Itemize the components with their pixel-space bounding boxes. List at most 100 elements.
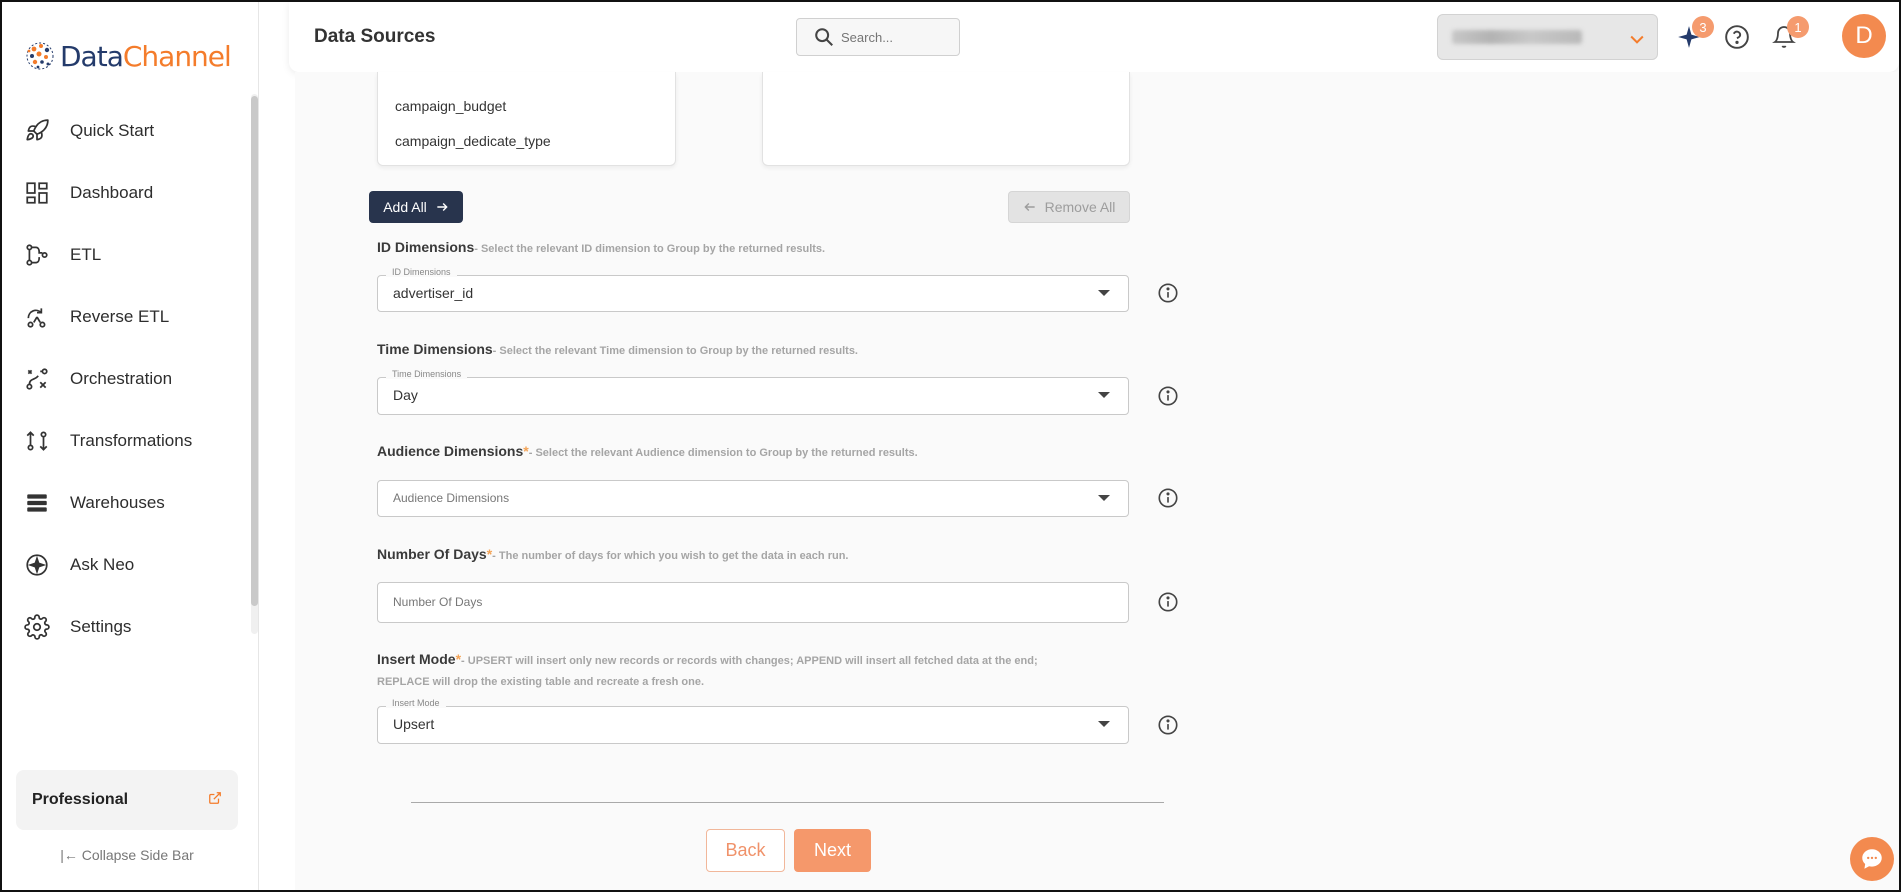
insert-mode-select[interactable]: Insert Mode Upsert <box>377 698 1129 744</box>
collapse-label: Collapse Side Bar <box>81 847 194 863</box>
number-of-days-title: Number Of Days <box>377 546 487 562</box>
arrow-right-icon <box>437 203 448 211</box>
time-dimensions-floating-label: Time Dimensions <box>386 369 468 379</box>
chat-support-button[interactable] <box>1850 837 1894 881</box>
id-dimensions-value: advertiser_id <box>393 285 474 301</box>
workspace-selector[interactable] <box>1437 14 1658 60</box>
sidebar-item-label: Settings <box>70 617 132 636</box>
app-window: DataChannel Quick Start Dashboard ETL Re… <box>0 0 1901 892</box>
sidebar-item-settings[interactable]: Settings <box>2 596 248 658</box>
sidebar-item-label: Transformations <box>70 431 193 450</box>
insert-mode-floating-label: Insert Mode <box>386 698 446 708</box>
reverse-etl-icon <box>27 308 46 328</box>
insert-mode-info-icon[interactable] <box>1157 714 1179 736</box>
dropdown-arrow-icon <box>1098 392 1110 398</box>
sidebar-item-label: Orchestration <box>70 369 173 388</box>
audience-dimensions-placeholder: Audience Dimensions <box>393 491 510 505</box>
insert-mode-hint: - UPSERT will insert only new records or… <box>377 655 1038 688</box>
sidebar-item-ask-neo[interactable]: Ask Neo <box>2 534 248 596</box>
audience-dimensions-hint: - Select the relevant Audience dimension… <box>528 447 918 459</box>
number-of-days-placeholder: Number Of Days <box>393 595 483 609</box>
sidebar-item-warehouses[interactable]: Warehouses <box>2 472 248 534</box>
avatar[interactable]: D <box>1842 14 1886 58</box>
plan-name: Professional <box>32 791 129 808</box>
insert-mode-label: Insert Mode*- UPSERT will insert only ne… <box>377 650 1077 692</box>
sidebar-item-label: ETL <box>70 245 102 264</box>
audience-dimensions-label: Audience Dimensions*- Select the relevan… <box>377 443 918 459</box>
id-dimensions-title: ID Dimensions <box>377 239 475 255</box>
logo-text-channel: Channel <box>122 39 232 73</box>
sidebar-item-dashboard[interactable]: Dashboard <box>2 162 248 224</box>
next-button[interactable]: Next <box>794 829 871 872</box>
plan-card[interactable]: Professional <box>16 770 238 830</box>
sidebar-item-label: Warehouses <box>70 493 165 512</box>
page-title: Data Sources <box>314 26 436 47</box>
sidebar-item-label: Quick Start <box>70 121 155 140</box>
logo-text: DataChannel <box>60 39 232 73</box>
number-of-days-info-icon[interactable] <box>1157 591 1179 613</box>
time-dimensions-select[interactable]: Time Dimensions Day <box>377 369 1129 415</box>
chat-bubble-icon <box>1862 849 1882 869</box>
search-icon <box>815 28 833 46</box>
dropdown-arrow-icon <box>1098 495 1110 501</box>
sidebar-scrollbar-thumb[interactable] <box>251 96 258 606</box>
dropdown-arrow-icon <box>1098 290 1110 296</box>
dashboard-icon <box>26 182 48 204</box>
number-of-days-input[interactable]: Number Of Days <box>377 582 1129 623</box>
time-dimensions-label: Time Dimensions- Select the relevant Tim… <box>377 341 858 357</box>
time-dimensions-info-icon[interactable] <box>1157 385 1179 407</box>
warehouses-icon <box>27 494 47 512</box>
remove-all-button[interactable]: Remove All <box>1008 191 1130 223</box>
top-header: Data Sources 3 1 D <box>289 2 1899 72</box>
sidebar-item-quick-start[interactable]: Quick Start <box>2 100 248 162</box>
sidebar-item-orchestration[interactable]: Orchestration <box>2 348 248 410</box>
time-dimensions-title: Time Dimensions <box>377 341 493 357</box>
sidebar-item-label: Ask Neo <box>70 555 135 574</box>
id-dimensions-info-icon[interactable] <box>1157 282 1179 304</box>
list-item[interactable]: campaign_dedicate_type <box>395 133 551 149</box>
sidebar-item-transformations[interactable]: Transformations <box>2 410 248 472</box>
audience-dimensions-select[interactable]: Audience Dimensions <box>377 480 1129 517</box>
chevron-down-icon <box>1627 29 1647 54</box>
id-dimensions-label: ID Dimensions- Select the relevant ID di… <box>377 239 825 255</box>
notifications-button[interactable]: 1 <box>1769 16 1809 52</box>
sidebar-nav: Quick Start Dashboard ETL Reverse ETL Or… <box>2 100 248 658</box>
help-icon <box>1725 25 1749 49</box>
add-all-button[interactable]: Add All <box>369 191 463 223</box>
collapse-arrow-icon: |← <box>60 847 82 863</box>
sidebar-item-reverse-etl[interactable]: Reverse ETL <box>2 286 248 348</box>
arrow-left-icon <box>1023 203 1035 211</box>
sidebar-item-etl[interactable]: ETL <box>2 224 248 286</box>
number-of-days-label: Number Of Days*- The number of days for … <box>377 546 848 562</box>
rocket-icon <box>26 119 49 141</box>
available-columns-list[interactable]: campaign_budget campaign_dedicate_type <box>377 72 676 166</box>
neo-sparkle-button[interactable]: 3 <box>1674 16 1714 52</box>
logo[interactable]: DataChannel <box>24 36 232 76</box>
id-dimensions-floating-label: ID Dimensions <box>386 267 457 277</box>
sidebar: DataChannel Quick Start Dashboard ETL Re… <box>2 2 259 890</box>
selected-columns-list[interactable] <box>762 72 1130 166</box>
back-button[interactable]: Back <box>706 829 785 872</box>
search-box[interactable] <box>796 18 960 56</box>
remove-all-label: Remove All <box>1044 199 1116 215</box>
collapse-sidebar-button[interactable]: |← Collapse Side Bar <box>2 847 252 863</box>
sidebar-item-label: Dashboard <box>70 183 154 202</box>
notification-badge: 1 <box>1787 16 1809 38</box>
insert-mode-value: Upsert <box>393 716 435 732</box>
audience-dimensions-info-icon[interactable] <box>1157 487 1179 509</box>
sparkle-badge: 3 <box>1692 16 1714 38</box>
id-dimensions-hint: - Select the relevant ID dimension to Gr… <box>474 243 826 255</box>
add-all-label: Add All <box>383 199 427 215</box>
sidebar-item-label: Reverse ETL <box>70 307 170 326</box>
list-item[interactable]: campaign_budget <box>395 98 506 114</box>
orchestration-icon <box>26 368 48 390</box>
external-link-icon[interactable] <box>208 791 222 810</box>
transformations-icon <box>26 431 48 451</box>
etl-icon <box>26 244 48 266</box>
logo-globe-icon <box>24 40 56 72</box>
audience-dimensions-title: Audience Dimensions <box>377 443 524 459</box>
search-input[interactable] <box>841 29 941 45</box>
id-dimensions-select[interactable]: ID Dimensions advertiser_id <box>377 267 1129 312</box>
main-content: campaign_budget campaign_dedicate_type A… <box>295 72 1899 890</box>
help-button[interactable] <box>1722 22 1752 52</box>
